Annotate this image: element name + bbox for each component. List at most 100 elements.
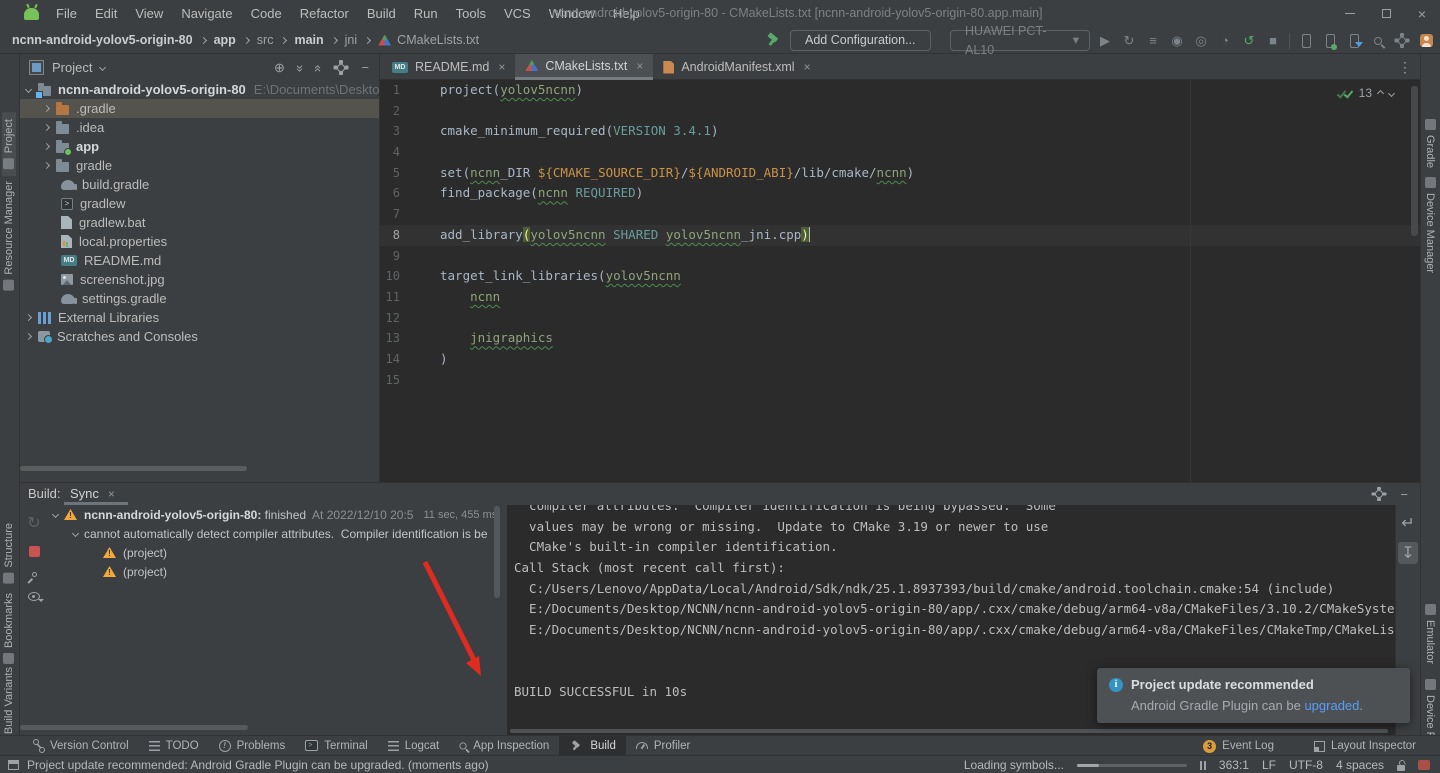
editor[interactable]: README.md×CMakeLists.txt×AndroidManifest… (380, 54, 1420, 482)
tree-item-readme-md[interactable]: README.md (20, 251, 379, 270)
chevron-down-icon[interactable] (52, 511, 59, 518)
stop-icon[interactable]: ■ (1261, 30, 1285, 52)
menu-run[interactable]: Run (405, 0, 447, 27)
tool-tab-logcat[interactable]: Logcat (378, 736, 450, 756)
tree-item-local-properties[interactable]: local.properties (20, 232, 379, 251)
breadcrumb-main[interactable]: main (292, 33, 325, 47)
line-ending-widget[interactable]: LF (1262, 758, 1276, 772)
project-panel-title[interactable]: Project (52, 60, 92, 75)
sync-gradle-icon[interactable]: ↺ (1237, 30, 1261, 52)
tree-item-scratches-and-consoles[interactable]: Scratches and Consoles (20, 327, 379, 346)
breadcrumb-cmakelists-txt[interactable]: CMakeLists.txt (395, 33, 481, 47)
tree-item-idea[interactable]: .idea (20, 118, 379, 137)
device-manager-icon[interactable] (1318, 30, 1342, 52)
gear-icon[interactable] (1375, 490, 1383, 498)
tree-item-app[interactable]: app (20, 137, 379, 156)
locate-file-icon[interactable]: ⊕ (274, 60, 285, 76)
upgrade-link[interactable]: upgraded (1304, 698, 1359, 713)
tree-item-gradle[interactable]: gradle (20, 156, 379, 175)
tree-item-gradlew-bat[interactable]: gradlew.bat (20, 213, 379, 232)
search-everywhere-icon[interactable] (1366, 30, 1390, 52)
notifications-icon[interactable] (1418, 760, 1430, 770)
stripe-structure[interactable]: Structure (2, 516, 16, 591)
encoding-widget[interactable]: UTF-8 (1289, 758, 1323, 772)
tree-item-build-gradle[interactable]: build.gradle (20, 175, 379, 194)
tab-options-icon[interactable]: ⋮ (1398, 54, 1412, 80)
minimize-button[interactable] (1332, 0, 1368, 27)
device-selector[interactable]: HUAWEI PCT-AL10 ▾ (950, 30, 1090, 51)
soft-wrap-icon[interactable]: ↵ (1401, 513, 1414, 533)
chevron-right-icon[interactable] (43, 143, 50, 150)
breadcrumb-jni[interactable]: jni (343, 33, 360, 47)
stripe-device-manager[interactable]: Device Manager (1423, 170, 1437, 280)
tool-tab-terminal[interactable]: Terminal (295, 736, 377, 756)
build-tree-row[interactable]: (project) (48, 562, 507, 581)
chevron-down-icon[interactable] (72, 530, 79, 537)
breadcrumb-app[interactable]: app (212, 33, 238, 47)
tool-tab-build[interactable]: Build (559, 736, 626, 756)
stripe-bookmarks[interactable]: Bookmarks (2, 586, 16, 671)
stripe-project[interactable]: Project (2, 112, 16, 176)
chevron-right-icon[interactable] (25, 314, 32, 321)
menu-edit[interactable]: Edit (86, 0, 126, 27)
chevron-down-icon[interactable] (25, 86, 32, 93)
tree-item-gradle[interactable]: .gradle (20, 99, 379, 118)
tool-tab-layout-inspector[interactable]: Layout Inspector (1304, 736, 1426, 756)
tab-cmakelists-txt[interactable]: CMakeLists.txt× (515, 54, 653, 80)
close-button[interactable]: × (1404, 0, 1440, 27)
stop-icon[interactable] (29, 546, 40, 557)
indent-widget[interactable]: 4 spaces (1336, 758, 1384, 772)
menu-tools[interactable]: Tools (447, 0, 495, 27)
close-icon[interactable]: × (498, 60, 505, 74)
profile-app-icon[interactable]: ◔ (1213, 30, 1237, 52)
chevron-right-icon[interactable] (25, 333, 32, 340)
breadcrumb-ncnn-android-yolov5-origin-80[interactable]: ncnn-android-yolov5-origin-80 (10, 33, 195, 47)
run-configurations-icon[interactable]: ≡ (1141, 30, 1165, 52)
tool-tab-todo[interactable]: TODO (139, 736, 209, 756)
build-tree-row[interactable]: ncnn-android-yolov5-origin-80: finishedA… (48, 505, 507, 524)
tool-tab-event-log[interactable]: 3Event Log (1193, 736, 1284, 756)
tool-tab-profiler[interactable]: Profiler (626, 736, 700, 756)
next-problem-icon[interactable] (1388, 89, 1395, 96)
close-icon[interactable]: × (108, 487, 115, 501)
sdk-manager-icon[interactable] (1342, 30, 1366, 52)
settings-icon[interactable] (1390, 30, 1414, 52)
collapse-all-icon[interactable]: « (311, 65, 326, 70)
build-tree-row[interactable]: (project) (48, 543, 507, 562)
vertical-scrollbar[interactable] (494, 506, 500, 598)
tree-item-settings-gradle[interactable]: settings.gradle (20, 289, 379, 308)
breadcrumb-src[interactable]: src (255, 33, 276, 47)
menu-view[interactable]: View (126, 0, 172, 27)
chevron-right-icon[interactable] (43, 162, 50, 169)
project-root-row[interactable]: ncnn-android-yolov5-origin-80E:\Document… (20, 80, 379, 99)
tool-tab-version-control[interactable]: Version Control (24, 736, 139, 756)
lock-icon[interactable] (1397, 765, 1405, 771)
tree-item-external-libraries[interactable]: External Libraries (20, 308, 379, 327)
attach-profiler-icon[interactable]: ◎ (1189, 30, 1213, 52)
menu-vcs[interactable]: VCS (495, 0, 540, 27)
menu-navigate[interactable]: Navigate (172, 0, 241, 27)
horizontal-scrollbar[interactable] (20, 725, 248, 730)
editor-scrollbar[interactable] (1411, 86, 1418, 236)
pin-icon[interactable] (30, 571, 37, 578)
pause-icon[interactable] (1200, 761, 1206, 770)
tree-item-screenshot-jpg[interactable]: screenshot.jpg (20, 270, 379, 289)
inspections-widget[interactable]: 13 (1337, 86, 1394, 100)
build-hammer-icon[interactable] (766, 32, 781, 52)
filter-icon[interactable] (28, 592, 40, 601)
chevron-right-icon[interactable] (43, 124, 50, 131)
scroll-to-end-icon[interactable]: ↧ (1398, 542, 1417, 564)
hide-panel-icon[interactable]: − (361, 60, 369, 75)
close-icon[interactable]: × (636, 59, 643, 73)
build-tree-row[interactable]: cannot automatically detect compiler att… (48, 524, 507, 543)
console-horizontal-scrollbar[interactable] (510, 729, 1388, 733)
tree-item-gradlew[interactable]: gradlew (20, 194, 379, 213)
add-configuration-button[interactable]: Add Configuration... (790, 30, 931, 51)
debug-icon[interactable]: ◉ (1165, 30, 1189, 52)
horizontal-scrollbar[interactable] (20, 466, 247, 471)
tab-androidmanifest-xml[interactable]: AndroidManifest.xml× (653, 54, 820, 80)
menu-file[interactable]: File (47, 0, 86, 27)
previous-problem-icon[interactable] (1377, 89, 1384, 96)
tool-tab-problems[interactable]: Problems (209, 736, 296, 756)
pair-devices-icon[interactable] (1294, 30, 1318, 52)
